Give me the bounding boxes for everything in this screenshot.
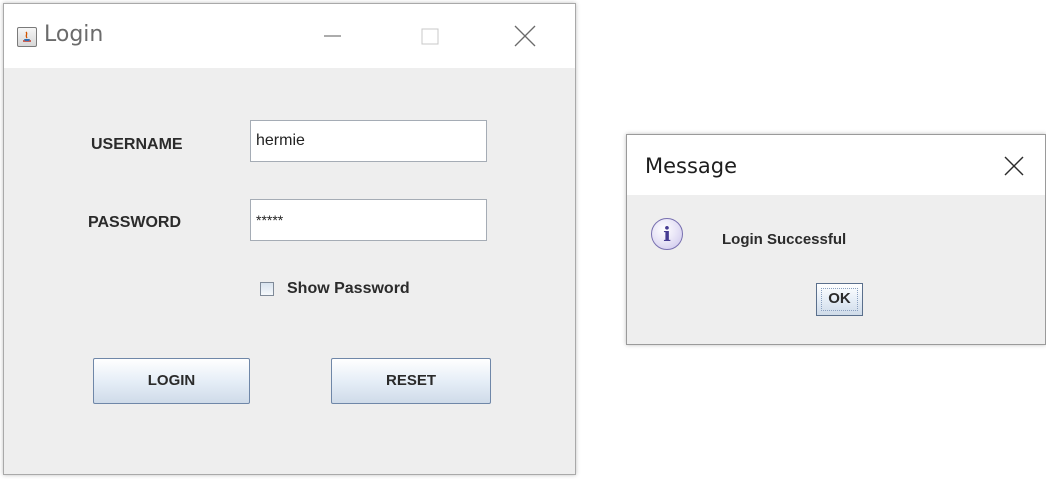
password-label: PASSWORD <box>88 214 182 231</box>
minimize-icon <box>324 35 341 37</box>
show-password-label[interactable]: Show Password <box>287 280 410 298</box>
checkbox-box[interactable] <box>260 282 274 296</box>
window-title: Login <box>44 22 104 47</box>
message-close-button[interactable] <box>999 151 1029 181</box>
login-button[interactable]: LOGIN <box>93 358 250 404</box>
message-titlebar[interactable]: Message <box>627 135 1045 195</box>
close-icon <box>514 25 536 47</box>
maximize-icon <box>421 28 439 45</box>
info-icon: i <box>651 218 683 250</box>
close-icon <box>1004 156 1024 176</box>
reset-button[interactable]: RESET <box>331 358 491 404</box>
username-input[interactable] <box>250 120 487 162</box>
message-text: Login Successful <box>722 231 847 248</box>
username-label: USERNAME <box>91 136 183 153</box>
java-app-icon <box>17 27 37 47</box>
message-dialog: Message i Login Successful OK <box>626 134 1046 345</box>
password-input[interactable] <box>250 199 487 241</box>
ok-button[interactable]: OK <box>816 283 863 316</box>
login-window: Login USERNAME PASSWORD <box>3 3 576 475</box>
maximize-button[interactable] <box>404 14 464 58</box>
login-titlebar[interactable]: Login <box>4 4 575 68</box>
close-button[interactable] <box>494 14 554 58</box>
focus-ring <box>821 288 858 311</box>
message-title: Message <box>645 154 738 178</box>
minimize-button[interactable] <box>302 14 362 58</box>
screen: Login USERNAME PASSWORD <box>0 0 1046 479</box>
